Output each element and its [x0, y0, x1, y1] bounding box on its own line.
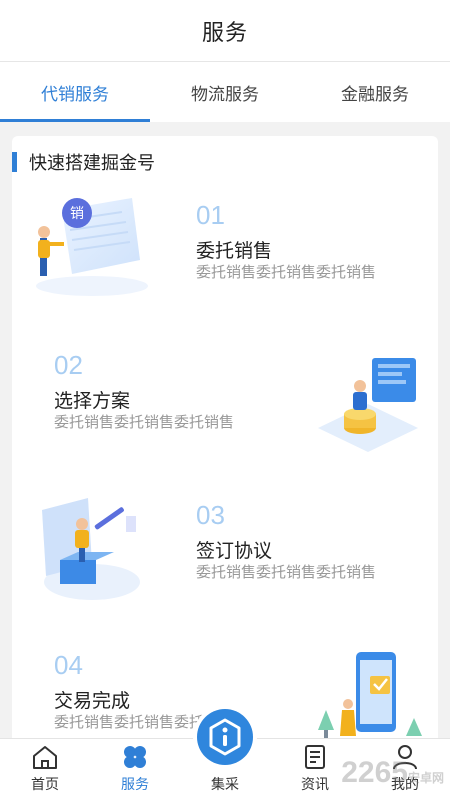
step-3[interactable]: 03 签订协议 委托销售委托销售委托销售 — [12, 486, 438, 636]
nav-label: 服务 — [121, 776, 149, 792]
plan-selection-illustration — [308, 342, 428, 467]
nav-label: 资讯 — [301, 776, 329, 792]
watermark-text: 2265 — [341, 756, 408, 789]
section-title: 快速搭建掘金号 — [29, 153, 155, 173]
consignment-illustration: 销 — [22, 190, 152, 307]
step-1[interactable]: 销 01 委托销售 委托销售委托销售委托销售 — [12, 186, 438, 336]
hexagon-info-icon — [209, 718, 241, 756]
step-number: 03 — [196, 500, 225, 530]
group-buy-fab[interactable] — [193, 705, 257, 769]
sales-badge-text: 销 — [70, 206, 84, 222]
step-name: 签订协议 — [196, 541, 273, 562]
nav-label: 集采 — [211, 776, 239, 792]
step-description: 委托销售委托销售委托销售 — [196, 564, 377, 581]
step-2[interactable]: 02 选择方案 委托销售委托销售委托销售 — [12, 336, 438, 486]
agreement-illustration — [32, 490, 152, 615]
nav-label: 首页 — [31, 776, 59, 792]
clover-icon — [124, 746, 146, 768]
step-name: 选择方案 — [54, 391, 131, 412]
step-name: 交易完成 — [54, 691, 131, 712]
service-card: 快速搭建掘金号 销 01 委托销售 委托销售委托销售委托销售 02 选择方案 委… — [12, 136, 438, 756]
step-number: 01 — [196, 200, 225, 230]
step-description: 委托销售委托销售委托销售 — [54, 414, 235, 431]
section-accent-bar — [12, 152, 17, 172]
sales-badge-icon: 销 — [62, 198, 92, 228]
app-header: 服务 — [0, 0, 450, 62]
watermark: 2265安卓网 — [341, 756, 444, 790]
news-icon — [305, 745, 325, 769]
service-tabs: 代销服务 物流服务 金融服务 — [0, 62, 450, 122]
home-icon — [33, 746, 57, 769]
step-name: 委托销售 — [196, 241, 273, 262]
tab-consignment[interactable]: 代销服务 — [0, 62, 150, 122]
tab-finance[interactable]: 金融服务 — [300, 62, 450, 122]
step-description: 委托销售委托销售委托销售 — [196, 264, 377, 281]
nav-service[interactable]: 服务 — [90, 739, 180, 800]
step-number: 04 — [54, 650, 83, 680]
page-title: 服务 — [201, 19, 248, 45]
nav-home[interactable]: 首页 — [0, 739, 90, 800]
step-number: 02 — [54, 350, 83, 380]
section-heading: 快速搭建掘金号 — [12, 150, 155, 174]
tab-logistics[interactable]: 物流服务 — [150, 62, 300, 122]
watermark-sub: 安卓网 — [407, 771, 444, 785]
